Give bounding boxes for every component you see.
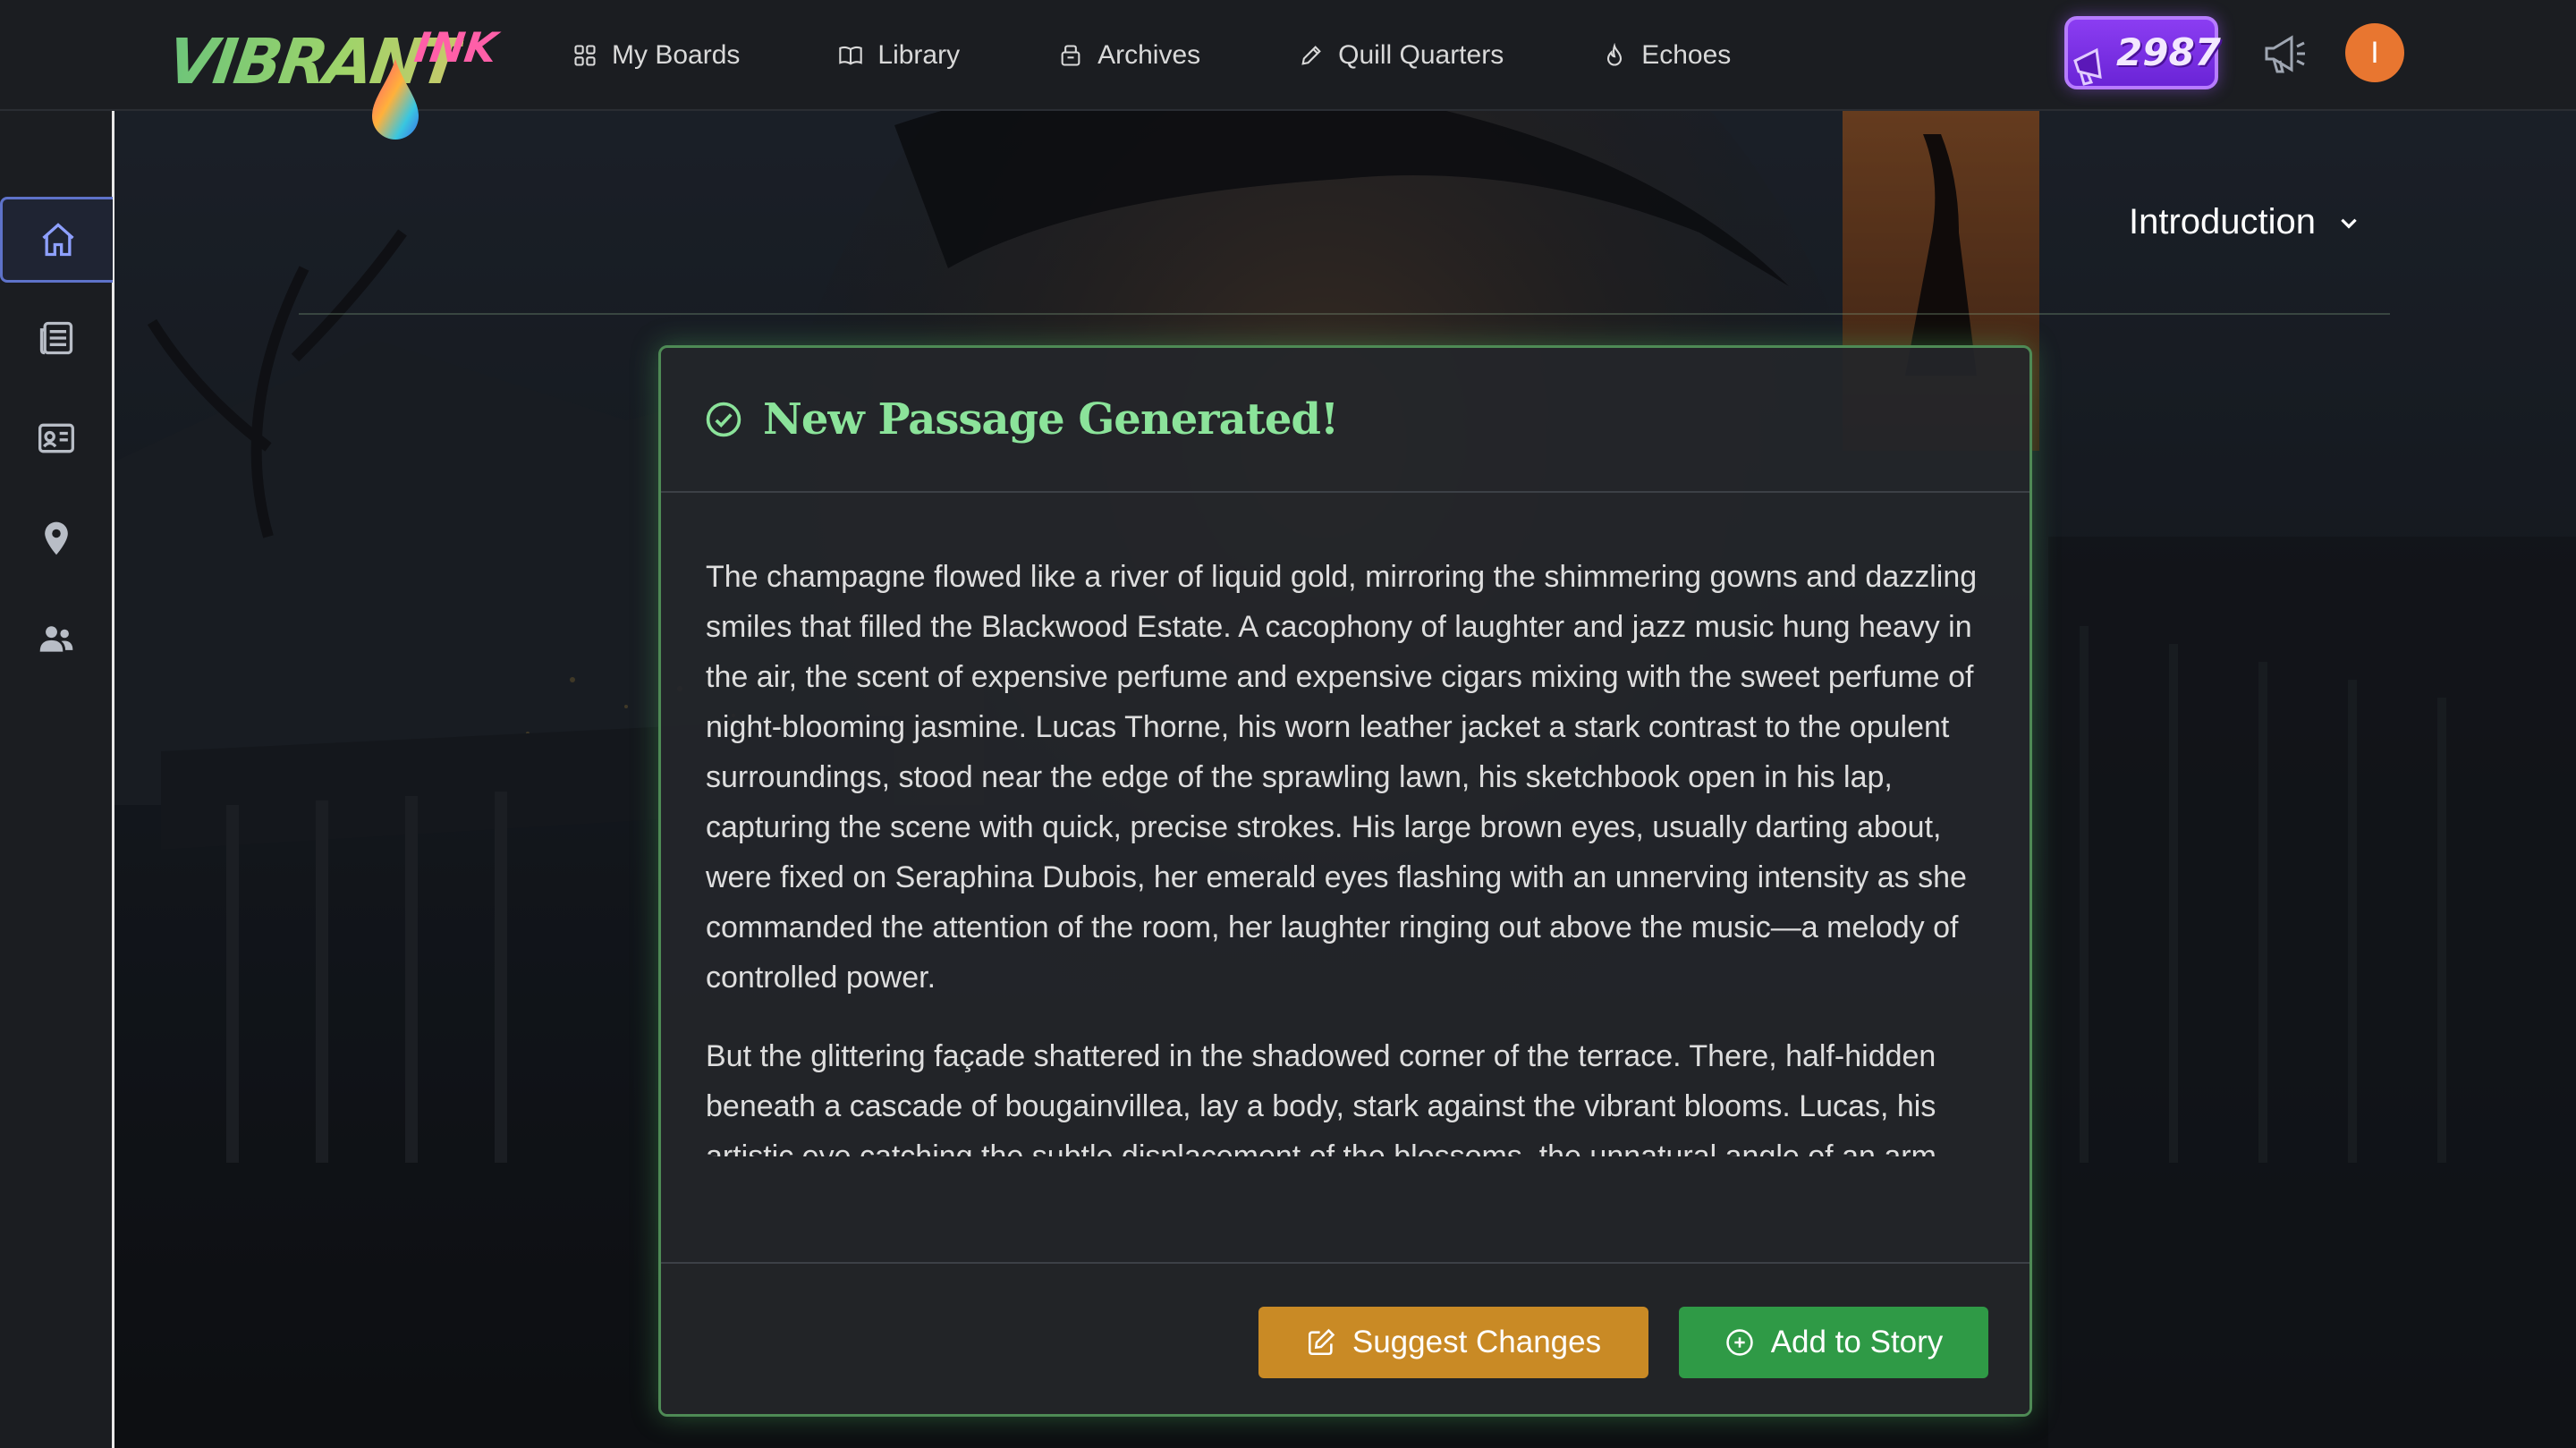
nav-my-boards[interactable]: My Boards: [572, 40, 740, 71]
new-passage-card: New Passage Generated! The champagne flo…: [658, 345, 2032, 1417]
top-navigation-bar: VIBRANT INK My Boards Library Archives Q…: [0, 0, 2576, 140]
nav-echoes[interactable]: Echoes: [1602, 40, 1731, 71]
sidebar-item-community[interactable]: [0, 596, 113, 682]
flame-icon: [1607, 43, 1623, 66]
section-divider: [299, 313, 2390, 315]
grid-icon: [574, 45, 596, 66]
vibrant-ink-logo[interactable]: VIBRANT INK: [163, 16, 500, 140]
sidebar-item-characters[interactable]: [0, 395, 113, 481]
points-count: 2987: [2116, 30, 2221, 74]
passage-paragraph: But the glittering façade shattered in t…: [706, 1039, 1945, 1156]
check-circle-icon: [706, 402, 741, 437]
id-card-icon: [38, 423, 74, 453]
home-icon: [41, 223, 74, 257]
passage-title: New Passage Generated!: [763, 394, 1339, 445]
main-nav: My Boards Library Archives Quill Quarter…: [572, 0, 1829, 111]
sidebar-item-locations[interactable]: [0, 495, 113, 581]
suggest-changes-label: Suggest Changes: [1352, 1325, 1602, 1359]
avatar-initial: I: [2370, 35, 2379, 70]
logo-ink-text: INK: [411, 23, 501, 72]
nav-label: My Boards: [612, 40, 741, 70]
add-to-story-label: Add to Story: [1770, 1325, 1944, 1359]
points-badge[interactable]: 2987: [2064, 16, 2221, 89]
add-to-story-button[interactable]: Add to Story: [1679, 1307, 1988, 1378]
pencil-icon: [1301, 46, 1321, 65]
map-pin-icon: [45, 521, 68, 555]
announcement-icon[interactable]: [2261, 32, 2308, 75]
plus-circle-icon: [1725, 1329, 1753, 1356]
passage-text: The champagne flowed like a river of liq…: [706, 552, 1994, 1156]
book-icon: [839, 46, 863, 65]
passage-paragraph: The champagne flowed like a river of liq…: [706, 560, 1978, 995]
chevron-down-icon: [2341, 218, 2357, 229]
suggest-changes-button[interactable]: Suggest Changes: [1258, 1307, 1648, 1378]
section-title-label: Introduction: [2129, 202, 2317, 241]
megaphone-icon: [2073, 47, 2102, 86]
sidebar-item-news[interactable]: [0, 295, 113, 381]
sidebar-item-home[interactable]: [0, 197, 113, 283]
card-footer: Suggest Changes Add to Story: [661, 1262, 2029, 1414]
nav-label: Archives: [1097, 40, 1201, 70]
archive-icon: [1061, 45, 1080, 66]
section-dropdown[interactable]: Introduction: [2129, 202, 2360, 242]
left-sidebar: [0, 111, 114, 1448]
nav-label: Echoes: [1641, 40, 1732, 70]
user-avatar[interactable]: I: [2345, 23, 2404, 82]
edit-icon: [1308, 1328, 1335, 1356]
card-header: New Passage Generated!: [661, 348, 2029, 493]
nav-library[interactable]: Library: [838, 40, 960, 71]
nav-quill-quarters[interactable]: Quill Quarters: [1299, 40, 1504, 71]
nav-label: Library: [877, 40, 961, 70]
people-icon: [39, 626, 73, 652]
nav-archives[interactable]: Archives: [1058, 40, 1200, 71]
newspaper-icon: [39, 321, 73, 355]
nav-label: Quill Quarters: [1338, 40, 1504, 70]
